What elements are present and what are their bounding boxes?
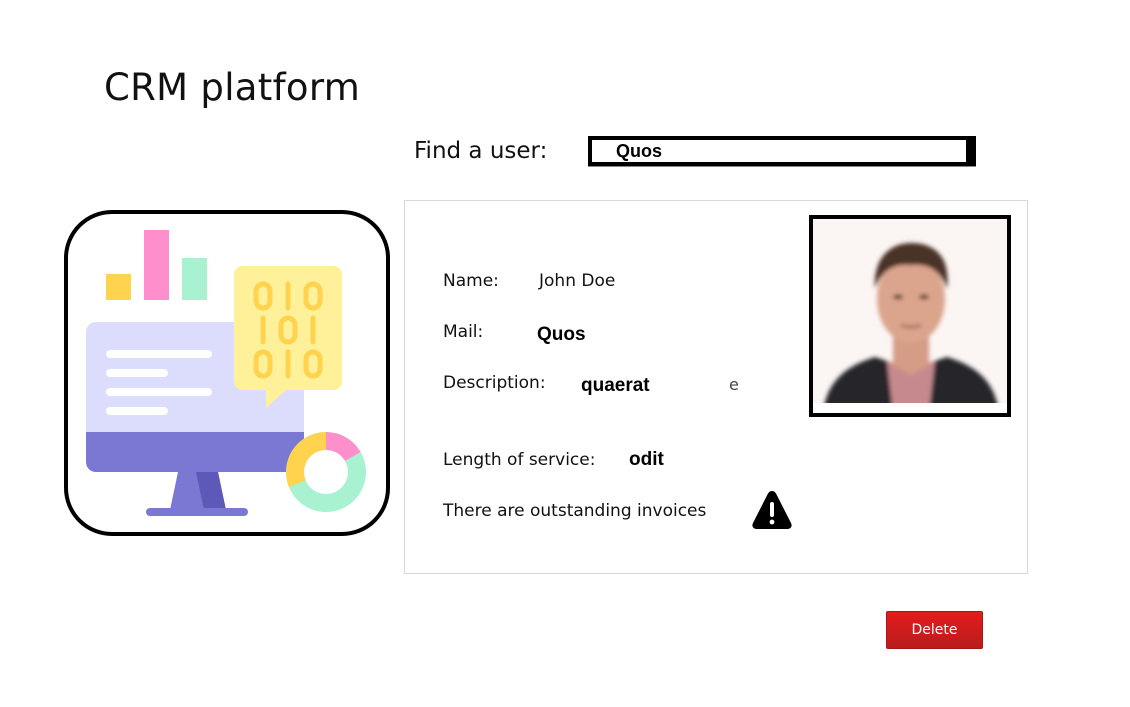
- donut-chart: [286, 432, 366, 512]
- description-label: Description:: [443, 373, 546, 393]
- bar-yellow: [106, 274, 131, 300]
- user-photo-image: [813, 219, 1007, 413]
- bar-pink: [144, 230, 169, 300]
- crm-illustration: [64, 210, 390, 536]
- invoices-notice: There are outstanding invoices: [443, 501, 707, 521]
- find-user-label: Find a user:: [414, 138, 548, 164]
- bar-green: [182, 258, 207, 300]
- name-value: John Doe: [539, 271, 616, 291]
- service-label: Length of service:: [443, 450, 596, 470]
- description-value: quaerat: [581, 375, 650, 396]
- crm-dashboard-icon: [86, 230, 366, 516]
- warning-triangle-icon: [752, 491, 792, 529]
- user-card: Name: John Doe Mail: Quos Description: q…: [404, 200, 1028, 574]
- page-title: CRM platform: [104, 66, 361, 109]
- delete-button[interactable]: Delete: [886, 611, 983, 649]
- monitor-foot: [146, 508, 248, 516]
- search-underline: [588, 166, 976, 167]
- description-trailing-text: e: [729, 375, 739, 394]
- mail-value: Quos: [537, 324, 586, 345]
- monitor-bezel: [86, 432, 304, 472]
- mail-label: Mail:: [443, 322, 484, 342]
- service-value: odit: [629, 449, 664, 470]
- name-label: Name:: [443, 271, 499, 291]
- user-photo: [809, 215, 1011, 417]
- search-input[interactable]: [588, 136, 976, 166]
